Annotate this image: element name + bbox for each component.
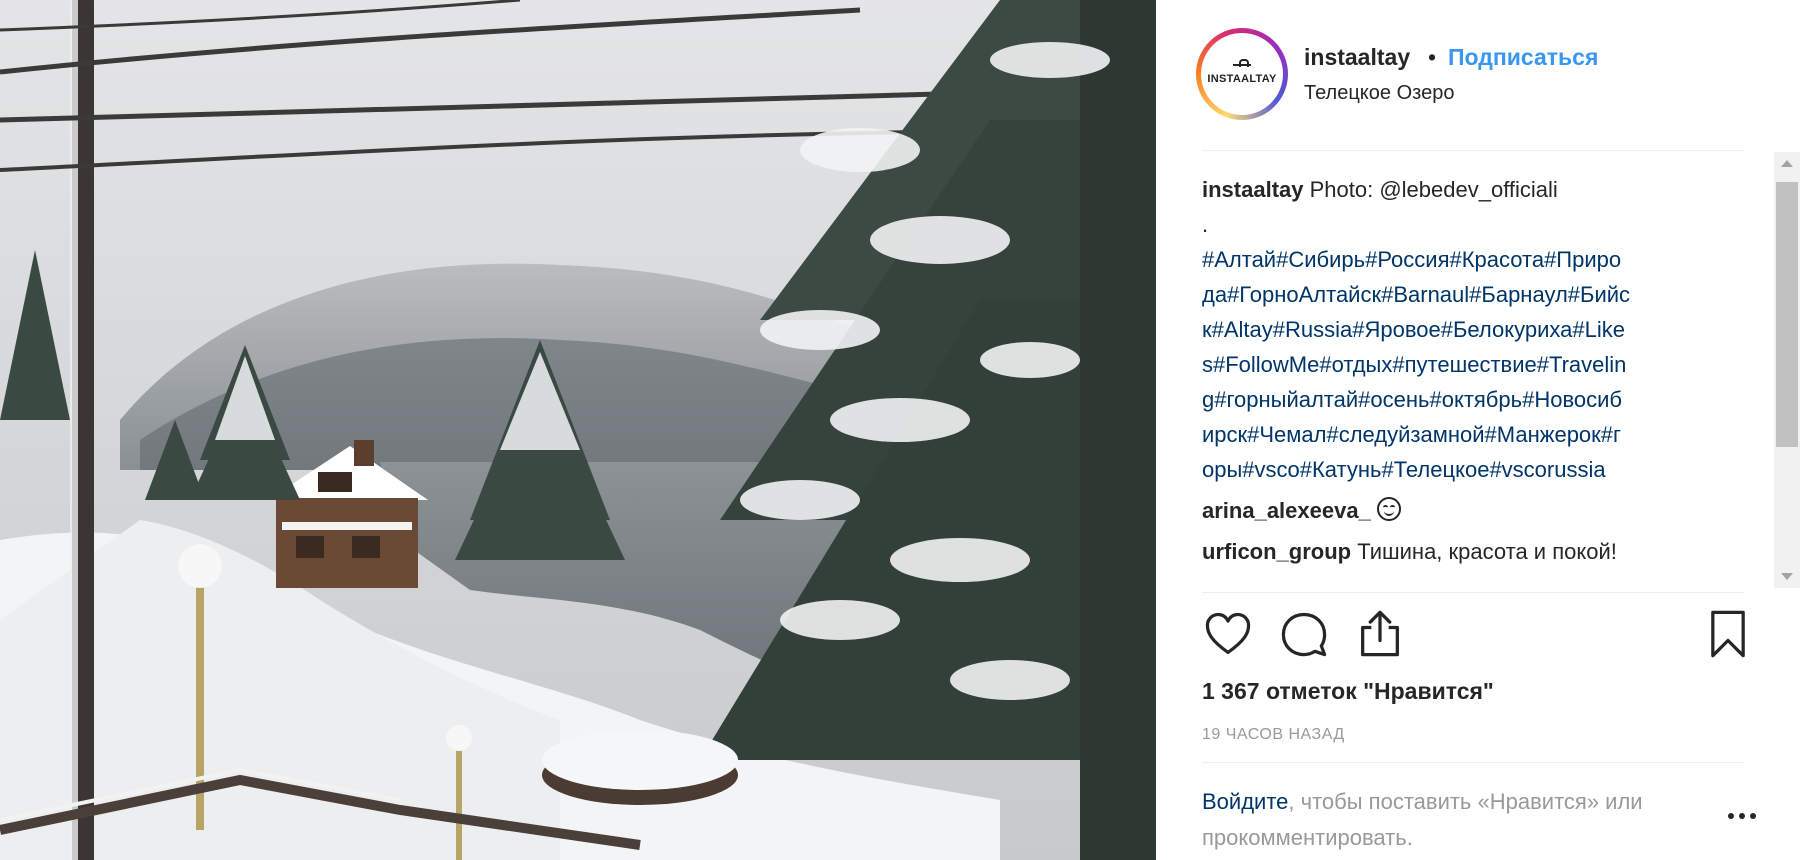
post-side-panel: INSTAALTAY instaaltay • Подписаться Теле…: [1156, 0, 1800, 860]
login-link[interactable]: Войдите: [1202, 789, 1288, 814]
caption-hashtags-line[interactable]: ирск#Чемал#следуйзамной#Манжерок#г: [1202, 417, 1744, 452]
avatar-inner: INSTAALTAY: [1201, 33, 1283, 115]
snowy-landscape-image: [0, 0, 1156, 860]
smiling-face-icon: [1376, 497, 1401, 521]
avatar-logo-text: INSTAALTAY: [1207, 72, 1277, 85]
more-options-icon[interactable]: [1728, 806, 1768, 826]
caption-hashtags-line[interactable]: да#ГорноАлтайск#Barnaul#Барнаул#Бийс: [1202, 277, 1744, 312]
scroll-up-arrow-icon[interactable]: [1781, 160, 1793, 167]
logo-mark-icon: [1233, 58, 1251, 70]
caption: instaaltay Photo: @lebedev_officiali: [1202, 172, 1744, 207]
scroll-down-arrow-icon[interactable]: [1781, 573, 1793, 580]
heart-icon[interactable]: [1202, 608, 1254, 660]
header-divider: [1202, 150, 1744, 151]
bookmark-icon[interactable]: [1702, 608, 1754, 660]
comments-scrollbar[interactable]: [1774, 152, 1800, 588]
likes-count[interactable]: 1 367 отметок "Нравится": [1202, 678, 1494, 705]
share-icon[interactable]: [1354, 608, 1406, 660]
comment-username[interactable]: urficon_group: [1202, 539, 1351, 564]
caption-dot-line: .: [1202, 212, 1209, 237]
comment-username[interactable]: arina_alexeeva_: [1202, 498, 1371, 523]
post-timestamp[interactable]: 19 ЧАСОВ НАЗАД: [1202, 726, 1345, 744]
login-prompt: Войдите, чтобы поставить «Нравится» или …: [1202, 784, 1702, 856]
follow-button[interactable]: Подписаться: [1448, 44, 1598, 71]
comment-item: arina_alexeeva_: [1202, 493, 1744, 528]
action-bar: [1202, 608, 1754, 664]
actions-divider: [1202, 592, 1744, 593]
avatar[interactable]: INSTAALTAY: [1196, 28, 1288, 120]
caption-text: Photo: @lebedev_officiali: [1303, 177, 1558, 202]
caption-hashtags-line[interactable]: оры#vsco#Катунь#Телецкое#vscorussia: [1202, 452, 1744, 487]
comments-list[interactable]: instaaltay Photo: @lebedev_officiali . #…: [1202, 172, 1744, 584]
post-photo[interactable]: [0, 0, 1156, 860]
caption-hashtags-line[interactable]: к#Altay#Russia#Яровое#Белокуриха#Like: [1202, 312, 1744, 347]
separator-dot: •: [1428, 44, 1437, 70]
footer-divider: [1202, 762, 1744, 763]
comment-text: Тишина, красота и покой!: [1351, 539, 1617, 564]
post-username[interactable]: instaaltay: [1304, 44, 1410, 71]
caption-hashtags-line[interactable]: s#FollowMe#отдых#путешествие#Travelin: [1202, 347, 1744, 382]
post-location[interactable]: Телецкое Озеро: [1304, 82, 1454, 105]
scroll-thumb[interactable]: [1776, 182, 1798, 447]
caption-hashtags-line[interactable]: #Алтай#Сибирь#Россия#Красота#Приро: [1202, 242, 1744, 277]
caption-hashtags-line[interactable]: g#горныйалтай#осень#октябрь#Новосиб: [1202, 382, 1744, 417]
comment-icon[interactable]: [1278, 608, 1330, 660]
comment-item: urficon_group Тишина, красота и покой!: [1202, 534, 1744, 569]
caption-username[interactable]: instaaltay: [1202, 177, 1304, 202]
